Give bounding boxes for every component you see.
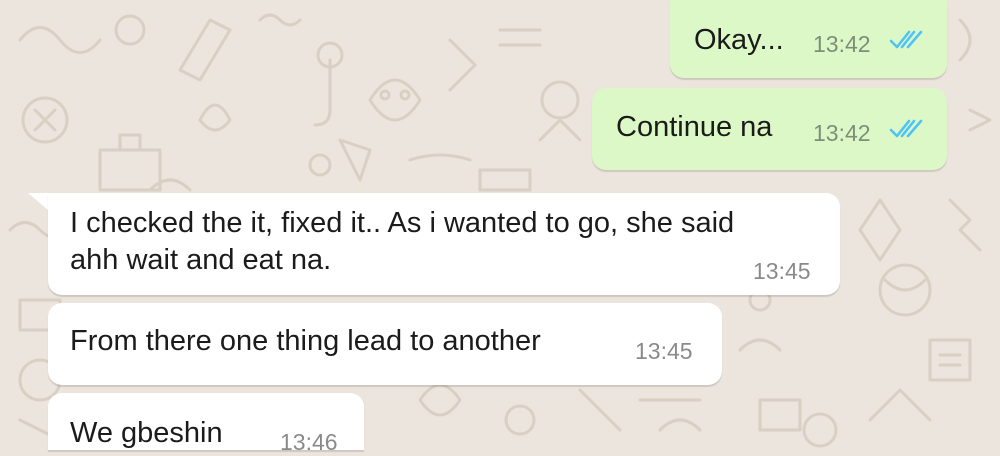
message-timestamp: 13:46 bbox=[280, 429, 338, 455]
message-bubble-incoming[interactable]: I checked the it, fixed it.. As i wanted… bbox=[48, 193, 840, 295]
message-text-line: I checked the it, fixed it.. As i wanted… bbox=[70, 207, 735, 239]
message-timestamp: 13:45 bbox=[635, 338, 693, 364]
message-bubble-incoming[interactable]: We gbeshin 13:46 bbox=[48, 393, 364, 455]
message-text: Continue na bbox=[616, 111, 773, 143]
message-timestamp: 13:45 bbox=[753, 258, 811, 284]
chat-area[interactable]: Okay... 13:42 Continue na 13:42 I checke… bbox=[0, 0, 1000, 455]
message-text-line: ahh wait and eat na. bbox=[70, 244, 332, 276]
message-timestamp: 13:42 bbox=[813, 120, 871, 146]
message-timestamp: 13:42 bbox=[813, 31, 871, 57]
message-text: We gbeshin bbox=[70, 417, 223, 449]
message-text: From there one thing lead to another bbox=[70, 325, 541, 357]
double-check-icon bbox=[889, 119, 923, 138]
message-bubble-outgoing[interactable]: Okay... 13:42 bbox=[670, 0, 947, 78]
double-check-icon bbox=[889, 30, 923, 49]
message-bubble-outgoing[interactable]: Continue na 13:42 bbox=[592, 88, 947, 170]
message-text: Okay... bbox=[694, 24, 784, 56]
message-bubble-incoming[interactable]: From there one thing lead to another 13:… bbox=[48, 303, 722, 385]
